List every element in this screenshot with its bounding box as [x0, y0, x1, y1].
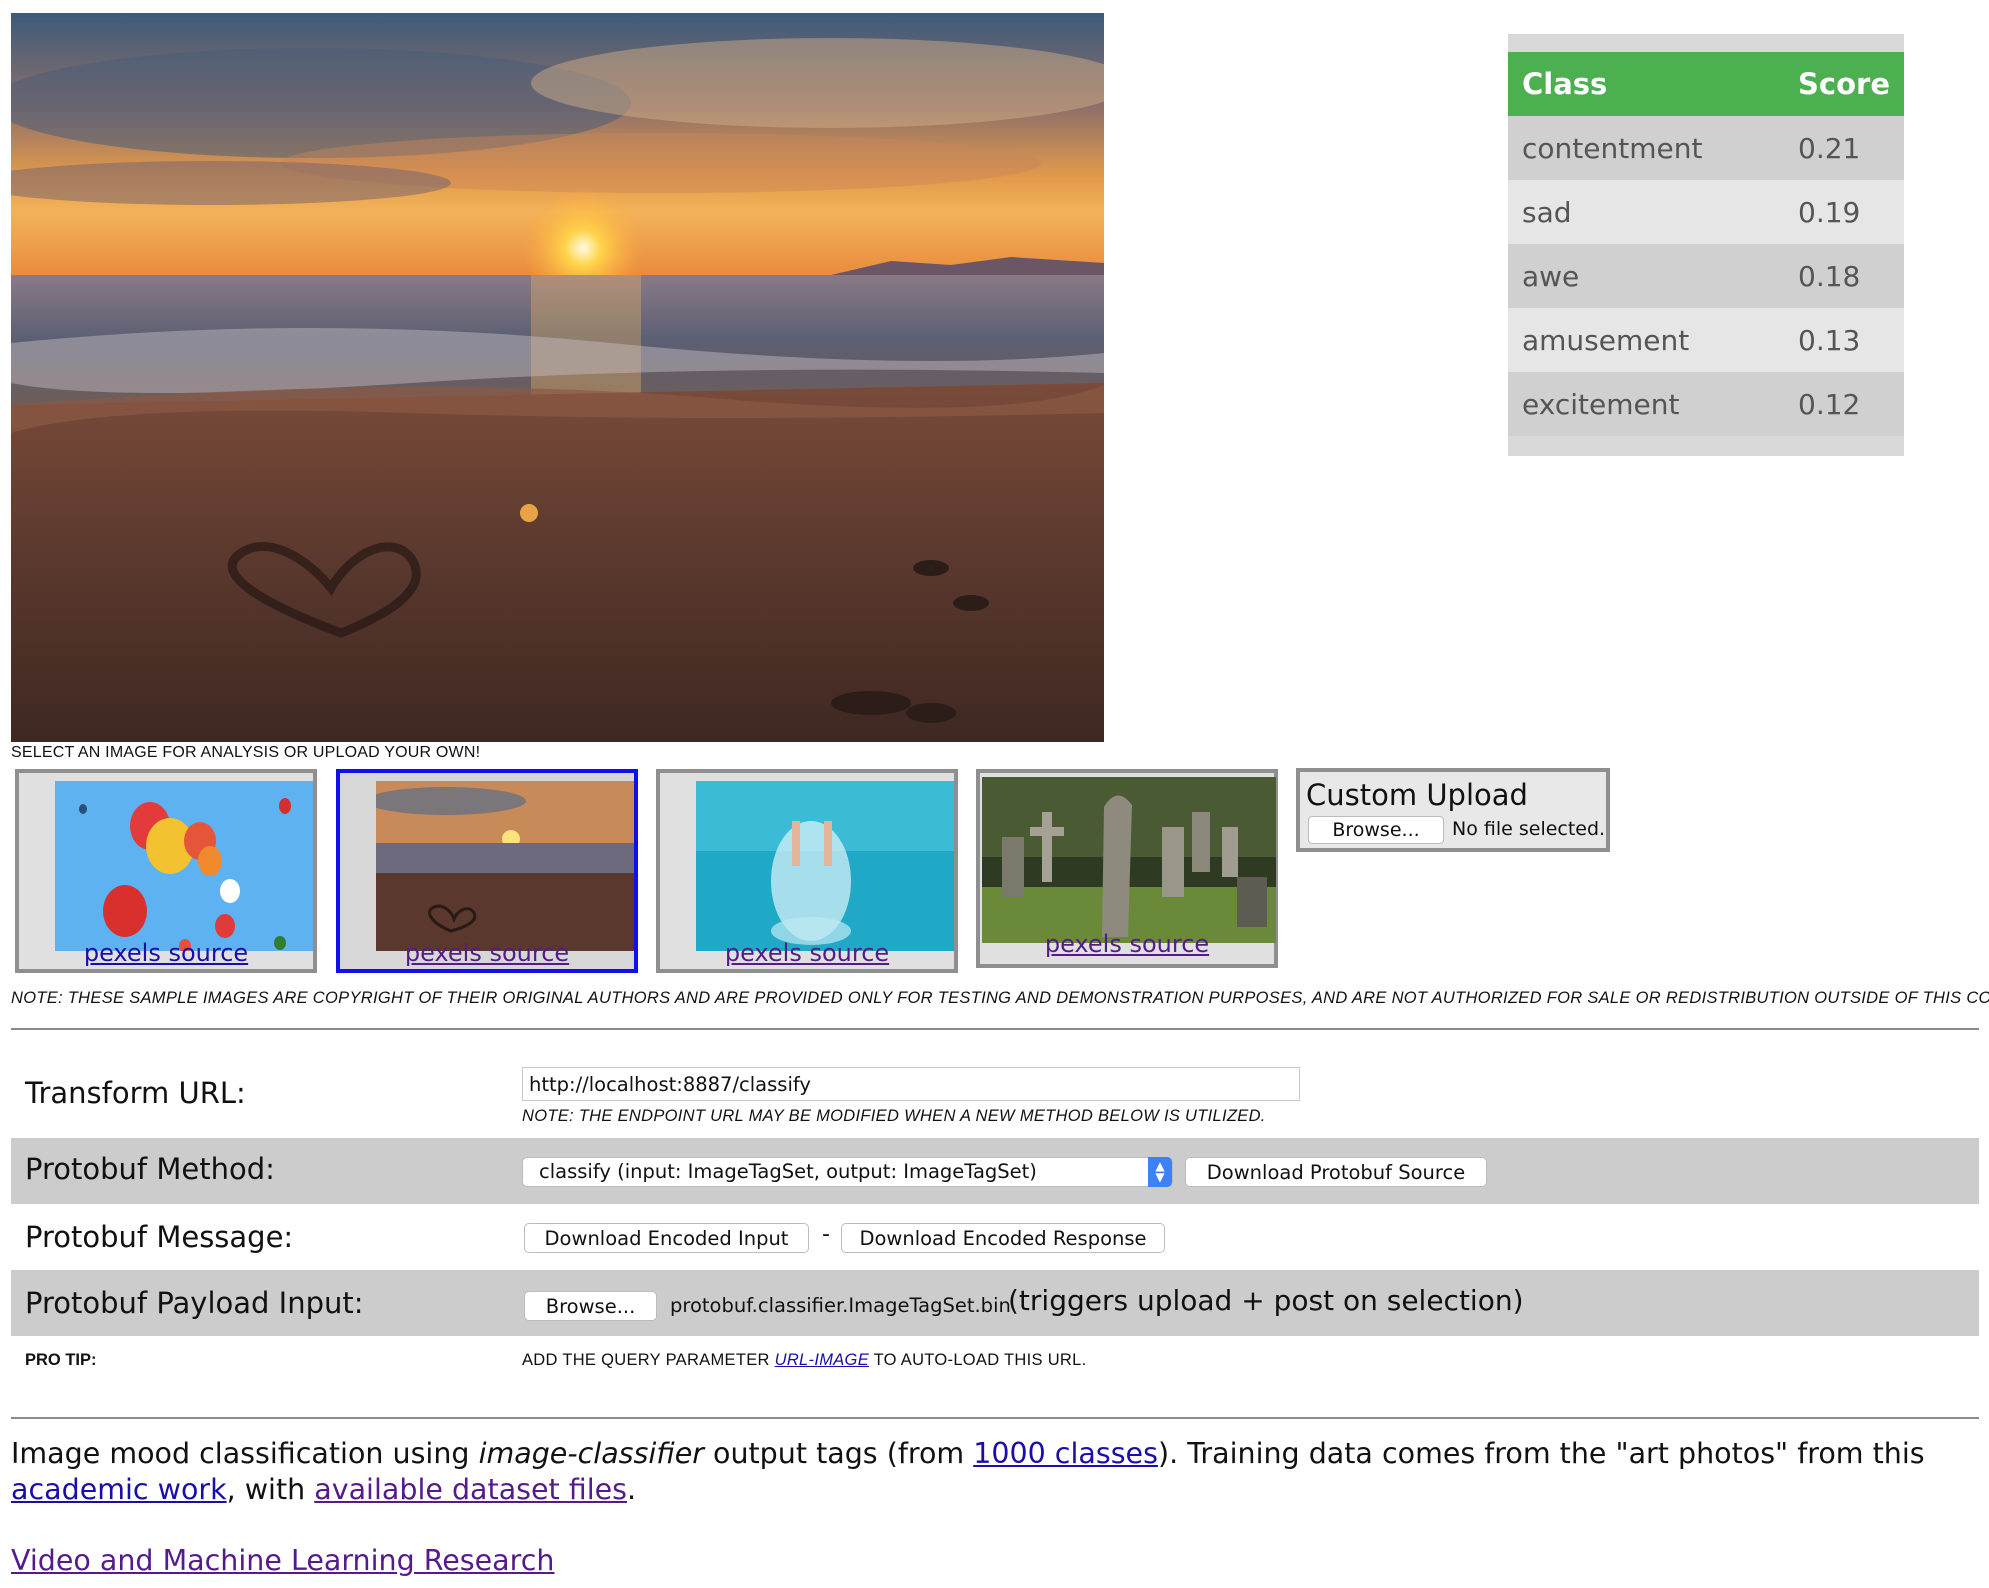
- sample-image-swimmer[interactable]: pexels source: [656, 769, 958, 973]
- score-column-header: Score: [1784, 52, 1904, 116]
- footer-text: ). Training data comes from the "art pho…: [1157, 1437, 1925, 1470]
- footer-text: output tags (from: [703, 1437, 974, 1470]
- score-table-header: Class Score: [1508, 52, 1904, 116]
- protobuf-method-select[interactable]: classify (input: ImageTagSet, output: Im…: [522, 1157, 1173, 1187]
- download-encoded-response-button[interactable]: Download Encoded Response: [841, 1223, 1165, 1253]
- class-score: 0.19: [1784, 180, 1904, 244]
- class-score: 0.13: [1784, 308, 1904, 372]
- sample-image-balloons[interactable]: pexels source: [15, 769, 317, 973]
- class-score: 0.12: [1784, 372, 1904, 436]
- custom-upload-box: Custom Upload Browse... No file selected…: [1296, 768, 1610, 852]
- download-protobuf-source-button[interactable]: Download Protobuf Source: [1185, 1157, 1487, 1187]
- protobuf-payload-row: Protobuf Payload Input: Browse... protob…: [11, 1270, 1979, 1336]
- class-score: 0.21: [1784, 116, 1904, 180]
- table-row: amusement 0.13: [1508, 308, 1904, 372]
- table-row: contentment 0.21: [1508, 116, 1904, 180]
- transform-url-label: Transform URL:: [25, 1076, 246, 1110]
- pro-tip-text: ADD THE QUERY PARAMETER URL-IMAGE TO AUT…: [522, 1351, 1087, 1370]
- copyright-note: NOTE: THESE SAMPLE IMAGES ARE COPYRIGHT …: [11, 989, 1989, 1007]
- main-photo: [11, 13, 1104, 742]
- class-label: contentment: [1508, 116, 1785, 180]
- table-row: awe 0.18: [1508, 244, 1904, 308]
- table-row: excitement 0.12: [1508, 372, 1904, 436]
- payload-browse-button[interactable]: Browse...: [524, 1291, 657, 1321]
- pro-tip-after: TO AUTO-LOAD THIS URL.: [869, 1351, 1087, 1369]
- url-image-link[interactable]: URL-IMAGE: [775, 1351, 869, 1369]
- divider: [11, 1417, 1979, 1419]
- score-table: Class Score contentment 0.21 sad 0.19 aw…: [1508, 34, 1904, 456]
- protobuf-method-row: Protobuf Method: classify (input: ImageT…: [11, 1138, 1979, 1204]
- protobuf-payload-label: Protobuf Payload Input:: [25, 1286, 364, 1320]
- transform-url-input[interactable]: http://localhost:8887/classify: [522, 1067, 1300, 1101]
- class-score: 0.18: [1784, 244, 1904, 308]
- footer-description: Image mood classification using image-cl…: [11, 1436, 1971, 1508]
- footer-text: Image mood classification using: [11, 1437, 479, 1470]
- footer-text: .: [627, 1473, 637, 1506]
- pexels-source-link[interactable]: pexels source: [660, 939, 954, 967]
- class-label: amusement: [1508, 308, 1785, 372]
- separator-dash: -: [822, 1222, 830, 1247]
- custom-upload-browse-button[interactable]: Browse...: [1308, 816, 1444, 844]
- research-link[interactable]: Video and Machine Learning Research: [11, 1544, 554, 1577]
- pexels-source-link[interactable]: pexels source: [19, 939, 313, 967]
- class-label: awe: [1508, 244, 1785, 308]
- protobuf-message-row: Protobuf Message: Download Encoded Input…: [11, 1204, 1979, 1270]
- protobuf-message-label: Protobuf Message:: [25, 1220, 294, 1254]
- pexels-source-link[interactable]: pexels source: [980, 930, 1274, 958]
- divider: [11, 1028, 1979, 1030]
- graveyard-thumbnail[interactable]: [982, 777, 1276, 943]
- sample-image-sunset-selected[interactable]: pexels source: [336, 769, 638, 973]
- class-label: excitement: [1508, 372, 1785, 436]
- academic-work-link[interactable]: academic work: [11, 1473, 227, 1506]
- pro-tip-label: PRO TIP:: [25, 1351, 97, 1369]
- footer-text: , with: [226, 1473, 315, 1506]
- download-encoded-input-button[interactable]: Download Encoded Input: [524, 1223, 809, 1253]
- payload-file-name: protobuf.classifier.ImageTagSet.bin: [670, 1294, 1011, 1317]
- payload-note: (triggers upload + post on selection): [1008, 1284, 1524, 1317]
- sample-image-graveyard[interactable]: pexels source: [976, 769, 1278, 968]
- upload-file-status: No file selected.: [1452, 818, 1606, 840]
- pexels-source-link[interactable]: pexels source: [340, 939, 634, 967]
- pro-tip-before: ADD THE QUERY PARAMETER: [522, 1351, 775, 1369]
- sunset-beach-image: [11, 13, 1104, 742]
- sunset-thumbnail[interactable]: [376, 781, 634, 951]
- balloons-thumbnail[interactable]: [55, 781, 313, 951]
- transform-url-row: Transform URL: http://localhost:8887/cla…: [11, 1038, 1979, 1138]
- select-arrows-icon: ▲ ▼: [1148, 1157, 1172, 1187]
- class-label: sad: [1508, 180, 1785, 244]
- class-column-header: Class: [1508, 52, 1785, 116]
- endpoint-note: NOTE: THE ENDPOINT URL MAY BE MODIFIED W…: [522, 1107, 1266, 1125]
- select-image-caption: SELECT AN IMAGE FOR ANALYSIS OR UPLOAD Y…: [11, 744, 481, 761]
- footer-text-italic: image-classifier: [478, 1437, 704, 1470]
- custom-upload-title: Custom Upload: [1306, 778, 1528, 812]
- table-row: sad 0.19: [1508, 180, 1904, 244]
- classes-link[interactable]: 1000 classes: [973, 1437, 1158, 1470]
- protobuf-method-selected: classify (input: ImageTagSet, output: Im…: [539, 1160, 1037, 1183]
- dataset-files-link[interactable]: available dataset files: [314, 1473, 627, 1506]
- protobuf-method-label: Protobuf Method:: [25, 1152, 275, 1186]
- swimmer-thumbnail[interactable]: [696, 781, 954, 951]
